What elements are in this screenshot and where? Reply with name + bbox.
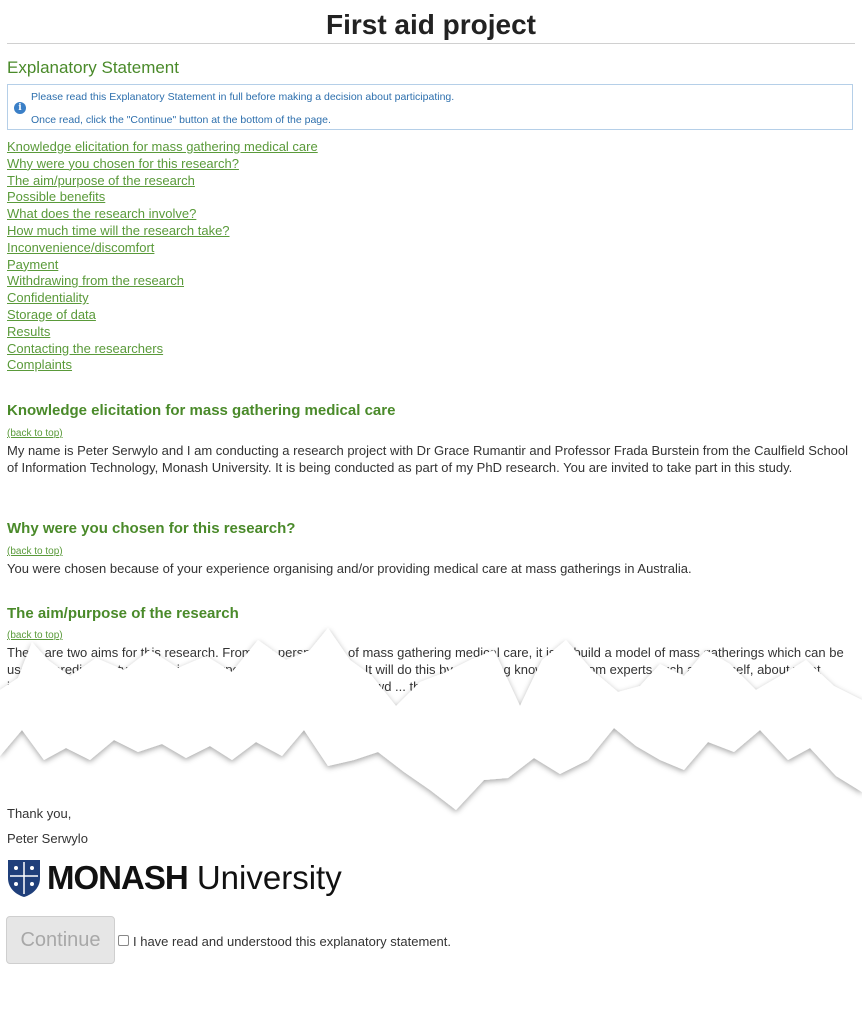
back-to-top-link[interactable]: (back to top) xyxy=(7,630,63,641)
toc-link-inconvenience[interactable]: Inconvenience/discomfort xyxy=(7,240,318,257)
toc-link-payment[interactable]: Payment xyxy=(7,257,318,274)
back-to-top-link[interactable]: (back to top) xyxy=(7,428,63,439)
info-icon: i xyxy=(14,102,26,114)
toc-link-storage[interactable]: Storage of data xyxy=(7,307,318,324)
toc-link-complaints[interactable]: Complaints xyxy=(7,357,318,374)
toc-link-contacting[interactable]: Contacting the researchers xyxy=(7,341,318,358)
info-line: Once read, click the "Continue" button a… xyxy=(31,114,331,126)
section-body-aim: There are two aims for this research. Fr… xyxy=(7,645,844,694)
continue-button[interactable]: Continue xyxy=(6,916,115,964)
statement-heading: Explanatory Statement xyxy=(7,58,179,77)
section-heading-knowledge: Knowledge elicitation for mass gathering… xyxy=(7,402,396,419)
title-divider xyxy=(7,43,855,44)
section-body-knowledge: My name is Peter Serwylo and I am conduc… xyxy=(7,443,849,475)
back-to-top-link[interactable]: (back to top) xyxy=(7,546,63,557)
toc-link-aim[interactable]: The aim/purpose of the research xyxy=(7,173,318,190)
closing-thanks: Thank you, xyxy=(7,806,72,821)
section-heading-why-chosen: Why were you chosen for this research? xyxy=(7,520,296,537)
info-line: Please read this Explanatory Statement i… xyxy=(31,91,455,103)
toc-link-knowledge-elicitation[interactable]: Knowledge elicitation for mass gathering… xyxy=(7,139,318,156)
page-title: First aid project xyxy=(325,9,537,40)
monash-university-logo: MONASH University xyxy=(7,858,342,900)
section-body-why-chosen: You were chosen because of your experien… xyxy=(7,561,692,576)
table-of-contents: Knowledge elicitation for mass gathering… xyxy=(7,139,318,374)
section-heading-aim: The aim/purpose of the research xyxy=(7,605,239,622)
agree-checkbox-label[interactable]: I have read and understood this explanat… xyxy=(133,934,451,949)
logo-wordmark-light: University xyxy=(187,859,342,896)
toc-link-withdrawing[interactable]: Withdrawing from the research xyxy=(7,273,318,290)
agree-checkbox[interactable] xyxy=(118,935,129,946)
toc-link-why-chosen[interactable]: Why were you chosen for this research? xyxy=(7,156,318,173)
toc-link-confidentiality[interactable]: Confidentiality xyxy=(7,290,318,307)
logo-wordmark: MONASH University xyxy=(47,858,342,898)
toc-link-involve[interactable]: What does the research involve? xyxy=(7,206,318,223)
info-notice: i Please read this Explanatory Statement… xyxy=(7,84,853,130)
monash-crest-icon xyxy=(8,860,40,897)
toc-link-time[interactable]: How much time will the research take? xyxy=(7,223,318,240)
toc-link-benefits[interactable]: Possible benefits xyxy=(7,189,318,206)
logo-wordmark-bold: MONASH xyxy=(47,859,189,896)
toc-link-results[interactable]: Results xyxy=(7,324,318,341)
closing-signature: Peter Serwylo xyxy=(7,831,88,846)
